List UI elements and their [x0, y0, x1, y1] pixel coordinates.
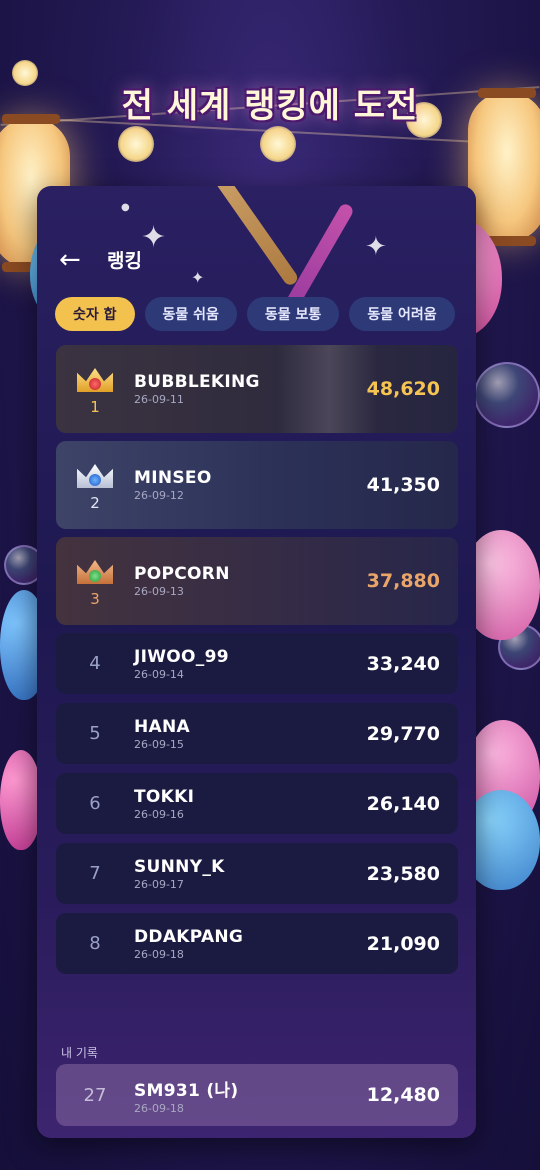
ranking-row-2[interactable]: 2 MINSEO 26-09-12 41,350	[56, 441, 458, 529]
page-title: 전 세계 랭킹에 도전	[121, 86, 419, 126]
category-tabs: 숫자 합 동물 쉬움 동물 보통 동물 어려움	[55, 297, 476, 331]
record-date: 26-09-13	[134, 585, 184, 598]
score: 33,240	[366, 652, 440, 675]
player-name: DDAKPANG	[134, 926, 244, 947]
back-arrow-icon[interactable]: ←	[59, 247, 89, 273]
ranking-row-8[interactable]: 8 DDAKPANG 26-09-18 21,090	[56, 913, 458, 974]
player-name: BUBBLEKING	[134, 372, 260, 392]
ranking-row-5[interactable]: 5 HANA 26-09-15 29,770	[56, 703, 458, 764]
ranking-row-4[interactable]: 4 JIWOO_99 26-09-14 33,240	[56, 633, 458, 694]
record-date: 26-09-16	[134, 807, 184, 821]
bronze-crown-icon	[75, 554, 115, 588]
rank-number: 27	[83, 1084, 107, 1106]
header: ← 랭킹	[59, 246, 142, 273]
score: 29,770	[366, 722, 440, 745]
ranking-panel: ✦ ✦ ✦ ● ← 랭킹 숫자 합 동물 쉬움 동물 보통 동물 어려움 1 B…	[37, 186, 476, 1138]
ranking-row-1[interactable]: 1 BUBBLEKING 26-09-11 48,620	[56, 345, 458, 433]
record-date: 26-09-12	[134, 489, 184, 502]
gold-crown-icon	[75, 362, 115, 396]
sparkle-icon: ✦	[141, 220, 167, 255]
record-date: 26-09-17	[134, 877, 184, 891]
player-name: POPCORN	[134, 564, 230, 584]
rank-number: 2	[90, 494, 100, 512]
player-name: JIWOO_99	[134, 646, 229, 667]
player-name: SM931 (나)	[134, 1080, 239, 1101]
silver-crown-icon	[75, 458, 115, 492]
tab-number-sum[interactable]: 숫자 합	[55, 297, 135, 331]
score: 26,140	[366, 792, 440, 815]
score: 12,480	[366, 1084, 440, 1106]
ranking-row-7[interactable]: 7 SUNNY_K 26-09-17 23,580	[56, 843, 458, 904]
rank-number: 3	[90, 590, 100, 608]
tab-animal-hard[interactable]: 동물 어려움	[349, 297, 455, 331]
tab-animal-easy[interactable]: 동물 쉬움	[144, 297, 237, 331]
rank-number: 5	[89, 723, 101, 744]
record-date: 26-09-14	[134, 667, 184, 681]
record-date: 26-09-15	[134, 737, 184, 751]
record-date: 26-09-18	[134, 947, 184, 961]
ranking-list: 1 BUBBLEKING 26-09-11 48,620 2 MINSEO 26…	[56, 345, 458, 983]
sparkle-icon: ●	[121, 202, 130, 213]
sparkle-icon: ✦	[365, 232, 387, 262]
ranking-row-3[interactable]: 3 POPCORN 26-09-13 37,880	[56, 537, 458, 625]
my-record-label: 내 기록	[61, 1046, 98, 1060]
tab-animal-normal[interactable]: 동물 보통	[246, 297, 340, 331]
player-name: TOKKI	[134, 786, 195, 807]
rank-number: 1	[90, 398, 100, 416]
player-name: SUNNY_K	[134, 856, 225, 877]
score: 37,880	[366, 570, 440, 592]
score: 23,580	[366, 862, 440, 885]
my-record-row[interactable]: 27 SM931 (나) 26-09-18 12,480	[56, 1064, 458, 1126]
header-title: 랭킹	[107, 250, 142, 272]
score: 21,090	[366, 932, 440, 955]
rank-number: 8	[89, 933, 101, 954]
record-date: 26-09-18	[134, 1101, 184, 1115]
player-name: HANA	[134, 716, 190, 737]
rank-number: 7	[89, 863, 101, 884]
rank-number: 4	[89, 653, 101, 674]
sparkle-icon: ✦	[191, 268, 205, 287]
player-name: MINSEO	[134, 468, 212, 488]
score: 41,350	[366, 474, 440, 496]
rank-number: 6	[89, 793, 101, 814]
bubble	[474, 362, 540, 428]
score: 48,620	[366, 378, 440, 400]
ranking-row-6[interactable]: 6 TOKKI 26-09-16 26,140	[56, 773, 458, 834]
record-date: 26-09-11	[134, 393, 184, 406]
